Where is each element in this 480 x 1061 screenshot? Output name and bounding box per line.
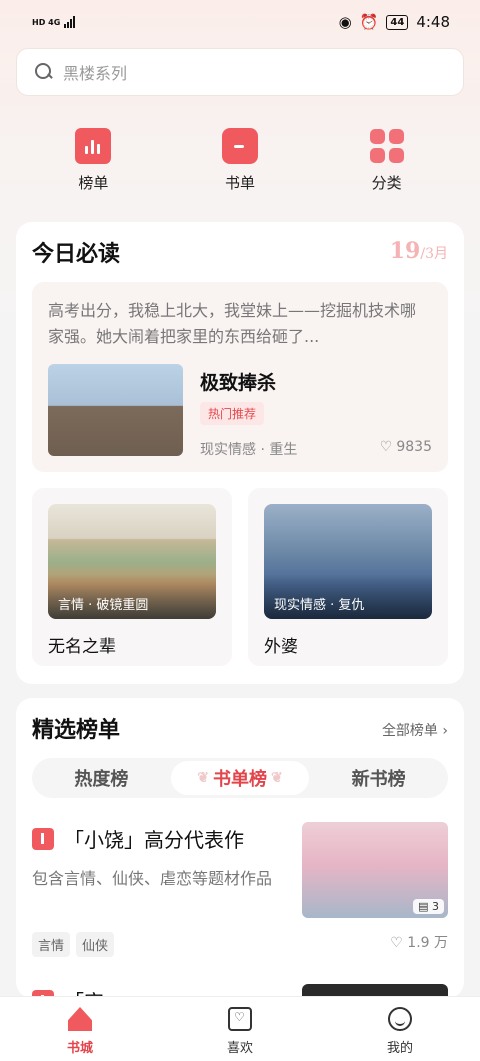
- featured-rankings-card: 精选榜单 全部榜单 › 热度榜 ❦ 书单榜 ❦ 新书榜 「小饶」高分代表作 包含…: [16, 698, 464, 998]
- quick-nav: 榜单 书单 分类: [0, 128, 480, 208]
- stack-value: 3: [432, 900, 439, 913]
- date-day: 19: [389, 238, 421, 264]
- quick-nav-label: 榜单: [78, 174, 109, 192]
- date-label: 19/3月: [390, 238, 448, 264]
- section-title: 今日必读: [32, 241, 121, 267]
- book-title: 外婆: [264, 637, 298, 657]
- nav-label: 喜欢: [226, 1041, 253, 1056]
- quick-nav-booklist[interactable]: 书单: [185, 128, 295, 208]
- signal-indicator: HD 4G: [32, 16, 76, 28]
- battery-icon: 44: [386, 14, 409, 30]
- stack-count: ▤ 3: [413, 899, 444, 914]
- network-label: HD 4G: [32, 17, 61, 27]
- alarm-icon: ⏰: [359, 13, 379, 31]
- ranking-tabs: 热度榜 ❦ 书单榜 ❦ 新书榜: [32, 758, 448, 798]
- chart-icon: [75, 128, 112, 164]
- book-genre: 言情 · 破镜重圆: [48, 574, 216, 619]
- likes-value: 9835: [396, 439, 432, 455]
- tab-booklist[interactable]: ❦ 书单榜 ❦: [170, 761, 310, 795]
- tag-chip[interactable]: 言情: [32, 932, 71, 957]
- book-cover: 现实情感 · 复仇: [264, 504, 432, 619]
- likes-count: ♡ 9835: [380, 439, 432, 455]
- quick-nav-category[interactable]: 分类: [332, 128, 442, 208]
- tag-list: 言情 仙侠: [32, 932, 115, 957]
- list-title: 「小饶」高分代表作: [64, 828, 244, 852]
- bottom-nav: 书城 喜欢 我的: [0, 996, 480, 1061]
- book-cover: [48, 364, 183, 456]
- list-description: 包含言情、仙侠、虐恋等题材作品: [32, 869, 273, 888]
- book-excerpt: 高考出分，我稳上北大，我堂妹上——挖掘机技术哪家强。她大闹着把家里的东西给砸了.…: [48, 301, 417, 346]
- book-card[interactable]: 现实情感 · 复仇 外婆: [248, 488, 448, 666]
- book-cover: ▤ 3: [302, 822, 448, 918]
- nav-label: 书城: [66, 1041, 93, 1056]
- nav-me[interactable]: 我的: [340, 997, 460, 1061]
- laurel-left-icon: ❦: [197, 770, 209, 786]
- search-bar[interactable]: 黑楼系列: [16, 48, 464, 96]
- tab-label: 书单榜: [213, 769, 267, 790]
- nav-favorites[interactable]: 喜欢: [180, 997, 300, 1061]
- quick-nav-label: 分类: [371, 174, 402, 192]
- status-bar: HD 4G ◉ ⏰ 44 4:48: [0, 0, 480, 44]
- book-title: 极致捧杀: [200, 372, 277, 394]
- book-icon: [221, 128, 258, 164]
- heart-icon: [228, 1007, 252, 1031]
- book-tags: 现实情感 · 重生: [200, 442, 298, 458]
- list-item[interactable]: 「小饶」高分代表作 包含言情、仙侠、虐恋等题材作品 言情 仙侠 ▤ 3 ♡ 1.…: [32, 822, 448, 962]
- nav-bookstore[interactable]: 书城: [20, 997, 140, 1061]
- nav-label: 我的: [386, 1041, 413, 1056]
- all-rankings-link[interactable]: 全部榜单 ›: [382, 720, 448, 740]
- search-placeholder: 黑楼系列: [63, 64, 128, 83]
- likes-value: 1.9 万: [407, 935, 448, 951]
- date-month: /3月: [420, 246, 448, 262]
- today-must-read-card: 今日必读 19/3月 高考出分，我稳上北大，我堂妹上——挖掘机技术哪家强。她大闹…: [16, 222, 464, 684]
- search-icon: [35, 63, 53, 81]
- tag-chip[interactable]: 仙侠: [76, 932, 115, 957]
- eye-icon: ◉: [338, 13, 352, 31]
- tab-new[interactable]: 新书榜: [309, 758, 448, 798]
- rank-icon: [32, 828, 54, 850]
- book-cover: 言情 · 破镜重圆: [48, 504, 216, 619]
- signal-bars-icon: [64, 16, 76, 28]
- featured-book[interactable]: 高考出分，我稳上北大，我堂妹上——挖掘机技术哪家强。她大闹着把家里的东西给砸了.…: [32, 282, 448, 472]
- smile-icon: [388, 1007, 412, 1031]
- quick-nav-ranking[interactable]: 榜单: [38, 128, 148, 208]
- quick-nav-label: 书单: [224, 174, 255, 192]
- tab-hot[interactable]: 热度榜: [32, 758, 171, 798]
- likes-count: ♡ 1.9 万: [390, 935, 448, 951]
- status-right: ◉ ⏰ 44 4:48: [339, 13, 450, 31]
- home-icon: [68, 1007, 92, 1031]
- book-title: 无名之辈: [48, 637, 116, 657]
- clock: 4:48: [416, 13, 450, 31]
- hot-badge: 热门推荐: [200, 402, 265, 425]
- book-card[interactable]: 言情 · 破镜重圆 无名之辈: [32, 488, 232, 666]
- laurel-right-icon: ❦: [271, 770, 283, 786]
- section-title: 精选榜单: [32, 717, 121, 743]
- heart-icon: ♡: [379, 439, 393, 455]
- book-genre: 现实情感 · 复仇: [264, 574, 432, 619]
- category-icon: [369, 128, 405, 164]
